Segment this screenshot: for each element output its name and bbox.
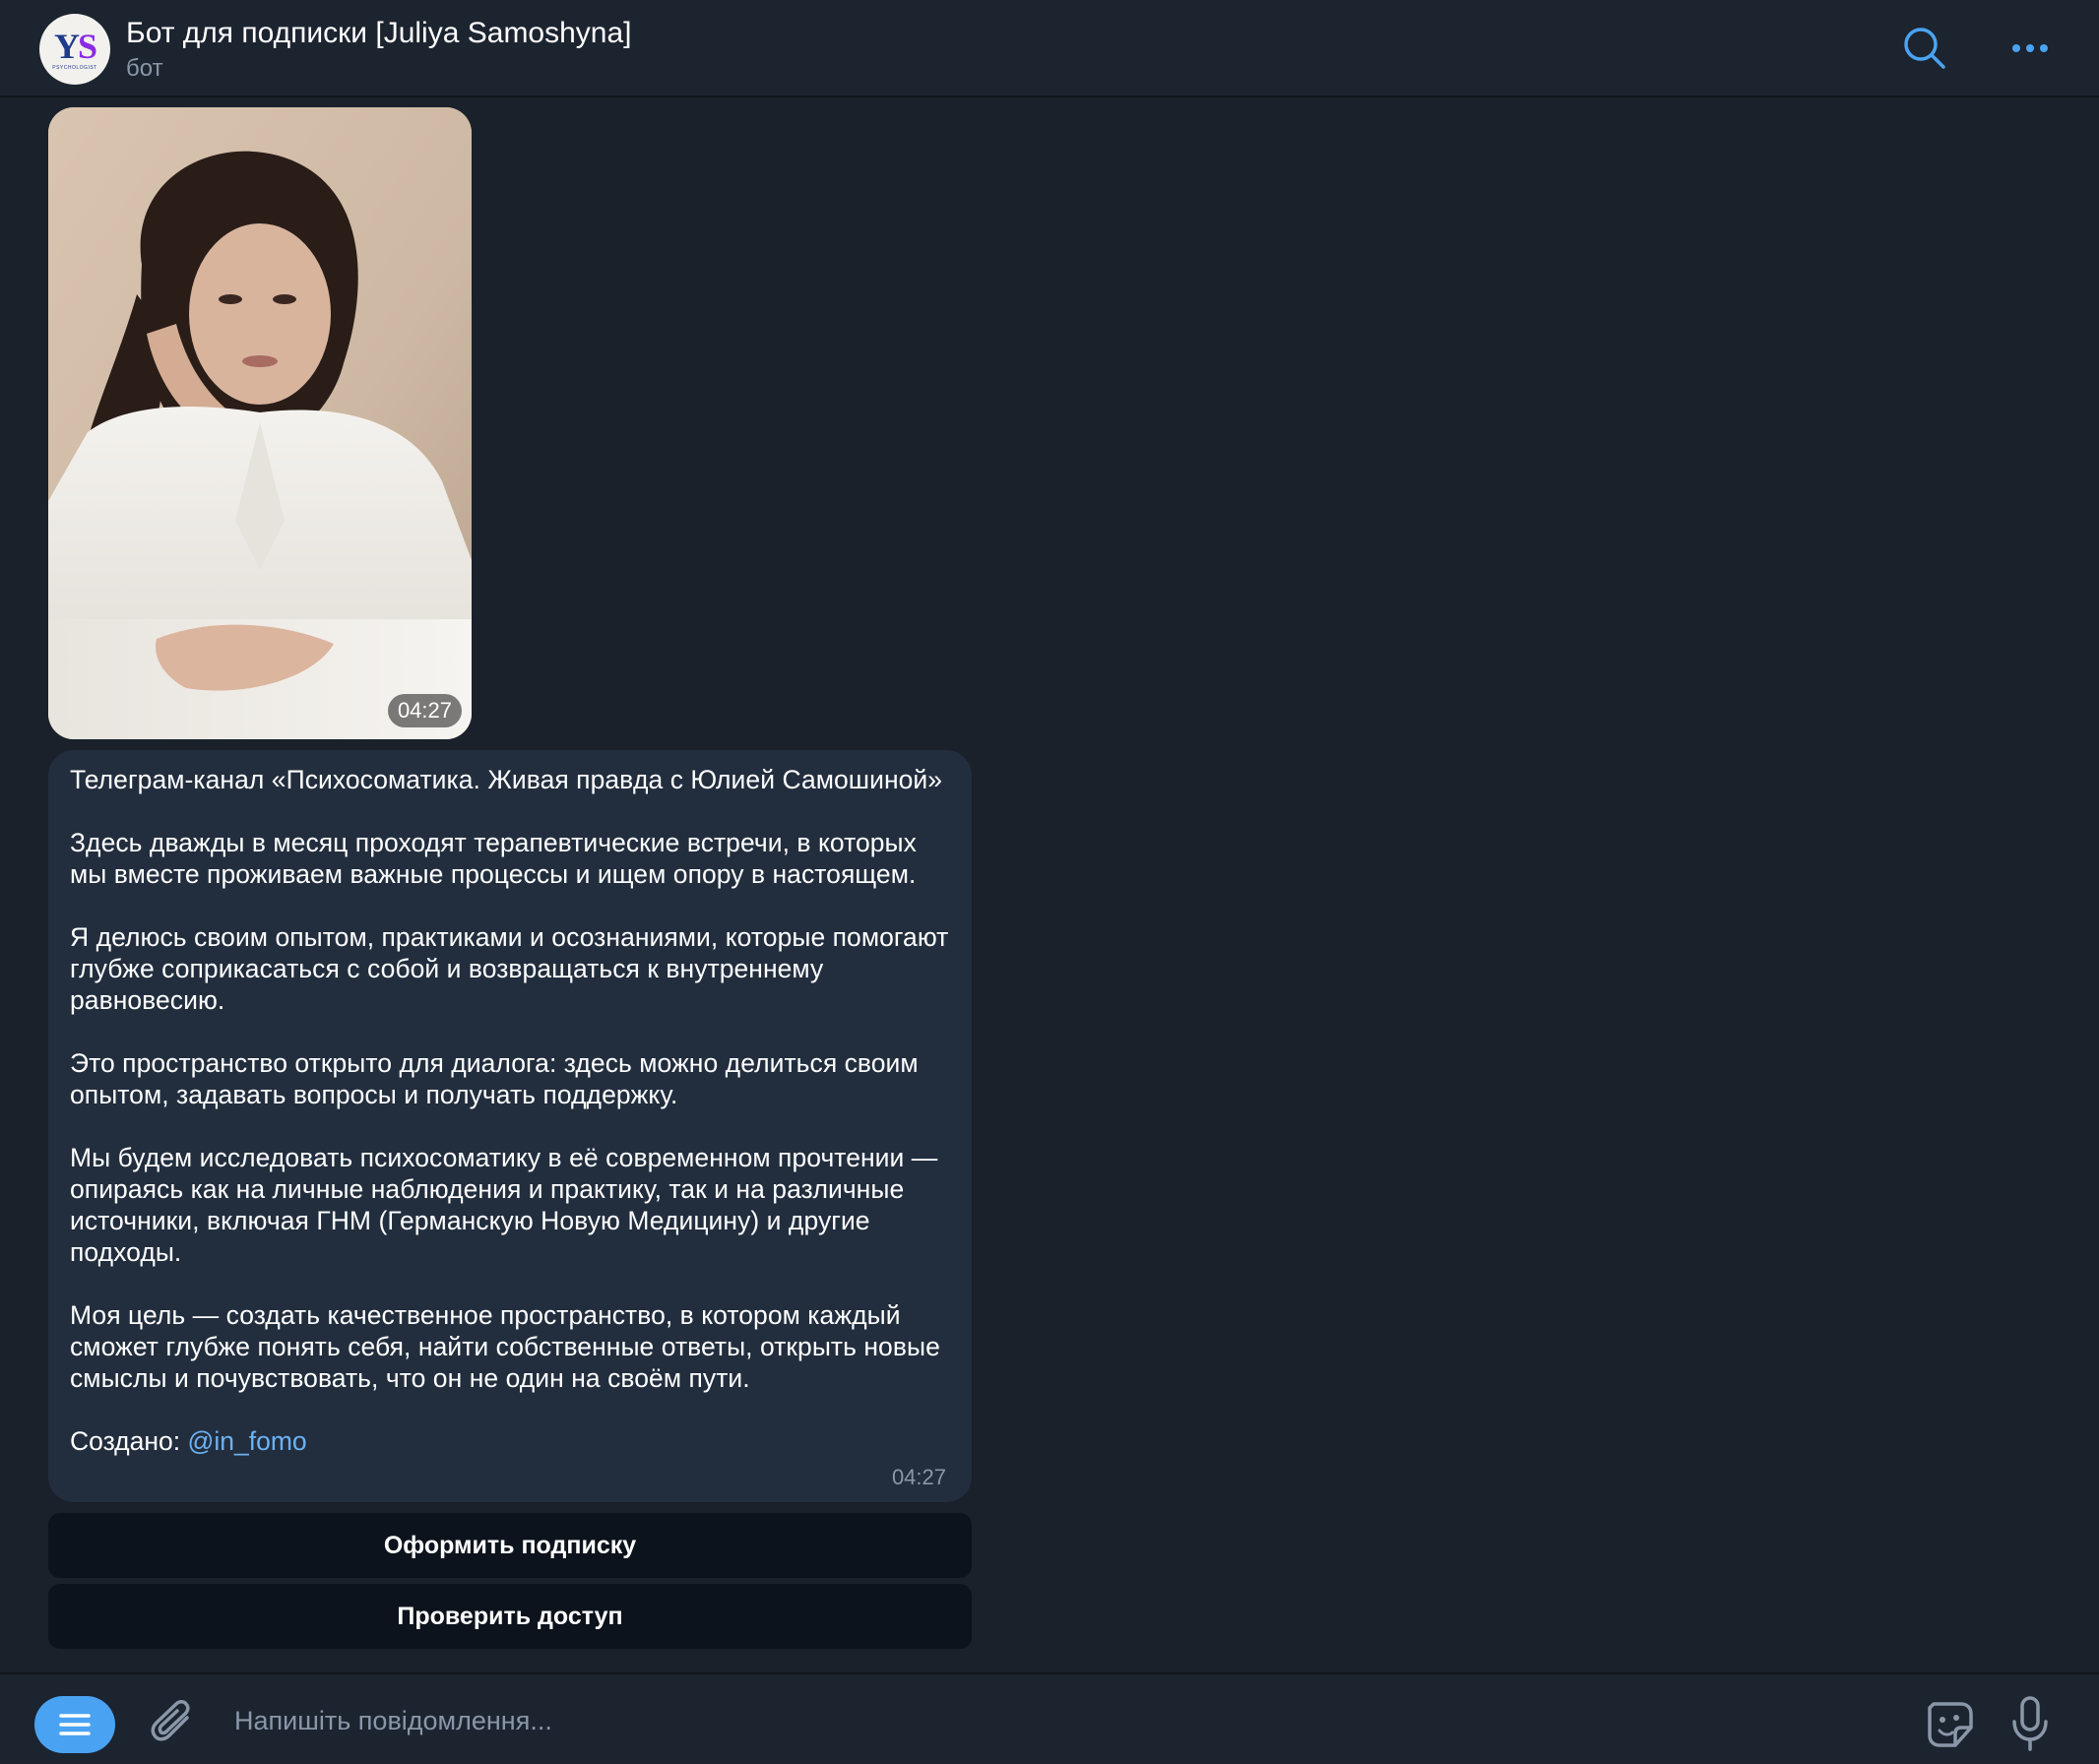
subscribe-button[interactable]: Оформить подписку [48,1513,972,1578]
avatar[interactable]: YS PSYCHOLOGIST [39,14,110,85]
video-message[interactable]: 04:27 [48,107,472,739]
sticker-icon[interactable] [1924,1698,1977,1751]
video-duration: 04:27 [387,694,462,727]
message-bubble[interactable]: Телеграм-канал «Психосоматика. Живая пра… [48,750,972,1502]
message-paragraph: Телеграм-канал «Психосоматика. Живая пра… [70,765,943,794]
video-thumbnail [48,107,472,739]
chat-title[interactable]: Бот для подписки [Juliya Samoshyna] [126,17,632,50]
credit-link[interactable]: @in_fomo [187,1426,306,1456]
message-paragraph: Моя цель — создать качественное простран… [70,1300,940,1393]
message-composer [0,1672,2099,1764]
credit-line: Создано: @in_fomo [70,1425,952,1457]
message-paragraph: Это пространство открыто для диалога: зд… [70,1048,919,1109]
credit-label: Создано: [70,1426,188,1456]
paperclip-icon[interactable] [150,1698,197,1747]
message-paragraph: Здесь дважды в месяц проходят терапевтич… [70,828,917,889]
message-paragraph: Я делюсь своим опытом, практиками и осоз… [70,922,949,1015]
chat-subtitle: бот [126,55,163,82]
message-input[interactable] [232,1696,1886,1745]
search-icon[interactable] [1902,26,1947,71]
message-time: 04:27 [891,1465,946,1489]
bot-menu-button[interactable] [34,1696,115,1753]
microphone-icon[interactable] [2008,1694,2052,1753]
menu-lines-icon [59,1714,91,1735]
more-dots-icon[interactable] [2010,33,2050,63]
avatar-logo-subtitle: PSYCHOLOGIST [52,65,97,71]
check-access-button[interactable]: Проверить доступ [48,1584,972,1649]
chat-header: YS PSYCHOLOGIST Бот для подписки [Juliya… [0,0,2099,97]
message-paragraph: Мы будем исследовать психосоматику в её … [70,1143,938,1267]
avatar-logo: YS [53,27,97,66]
